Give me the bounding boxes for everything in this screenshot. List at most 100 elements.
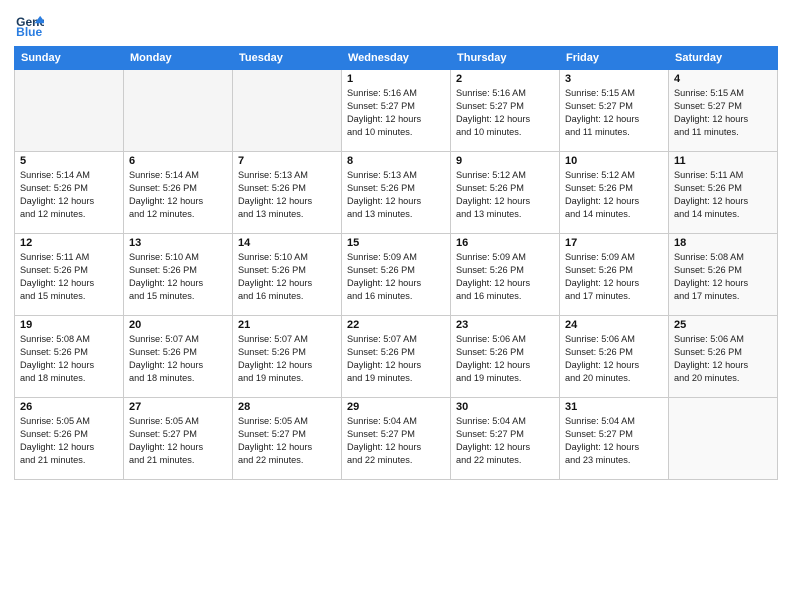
day-number: 10 bbox=[565, 155, 663, 167]
day-info: Sunrise: 5:09 AM Sunset: 5:26 PM Dayligh… bbox=[347, 251, 445, 303]
day-number: 30 bbox=[456, 401, 554, 413]
day-info: Sunrise: 5:07 AM Sunset: 5:26 PM Dayligh… bbox=[347, 333, 445, 385]
calendar-cell: 5 Sunrise: 5:14 AM Sunset: 5:26 PM Daylig… bbox=[15, 152, 124, 234]
day-number: 4 bbox=[674, 73, 772, 85]
day-number: 25 bbox=[674, 319, 772, 331]
calendar-cell: 18 Sunrise: 5:08 AM Sunset: 5:26 PM Dayli… bbox=[669, 234, 778, 316]
day-info: Sunrise: 5:06 AM Sunset: 5:26 PM Dayligh… bbox=[456, 333, 554, 385]
day-info: Sunrise: 5:16 AM Sunset: 5:27 PM Dayligh… bbox=[456, 87, 554, 139]
weekday-header-monday: Monday bbox=[124, 47, 233, 70]
calendar-cell: 31 Sunrise: 5:04 AM Sunset: 5:27 PM Dayli… bbox=[560, 398, 669, 480]
day-number: 15 bbox=[347, 237, 445, 249]
calendar-cell: 29 Sunrise: 5:04 AM Sunset: 5:27 PM Dayli… bbox=[342, 398, 451, 480]
day-number: 22 bbox=[347, 319, 445, 331]
day-number: 13 bbox=[129, 237, 227, 249]
calendar-cell: 1Sunrise: 5:16 AM Sunset: 5:27 PM Daylig… bbox=[342, 70, 451, 152]
calendar-cell: 23 Sunrise: 5:06 AM Sunset: 5:26 PM Dayli… bbox=[451, 316, 560, 398]
calendar-cell: 24 Sunrise: 5:06 AM Sunset: 5:26 PM Dayli… bbox=[560, 316, 669, 398]
day-info: Sunrise: 5:04 AM Sunset: 5:27 PM Dayligh… bbox=[347, 415, 445, 467]
day-info: Sunrise: 5:10 AM Sunset: 5:26 PM Dayligh… bbox=[238, 251, 336, 303]
day-number: 29 bbox=[347, 401, 445, 413]
day-info: Sunrise: 5:16 AM Sunset: 5:27 PM Dayligh… bbox=[347, 87, 445, 139]
day-info: Sunrise: 5:14 AM Sunset: 5:26 PM Dayligh… bbox=[129, 169, 227, 221]
day-info: Sunrise: 5:09 AM Sunset: 5:26 PM Dayligh… bbox=[456, 251, 554, 303]
calendar-cell: 10 Sunrise: 5:12 AM Sunset: 5:26 PM Dayli… bbox=[560, 152, 669, 234]
day-number: 8 bbox=[347, 155, 445, 167]
day-info: Sunrise: 5:10 AM Sunset: 5:26 PM Dayligh… bbox=[129, 251, 227, 303]
day-number: 31 bbox=[565, 401, 663, 413]
week-row-2: 12 Sunrise: 5:11 AM Sunset: 5:26 PM Dayli… bbox=[15, 234, 778, 316]
calendar-cell bbox=[124, 70, 233, 152]
day-number: 3 bbox=[565, 73, 663, 85]
day-info: Sunrise: 5:12 AM Sunset: 5:26 PM Dayligh… bbox=[565, 169, 663, 221]
calendar-cell: 3 Sunrise: 5:15 AM Sunset: 5:27 PM Daylig… bbox=[560, 70, 669, 152]
day-number: 16 bbox=[456, 237, 554, 249]
calendar-cell: 11 Sunrise: 5:11 AM Sunset: 5:26 PM Dayli… bbox=[669, 152, 778, 234]
weekday-header-sunday: Sunday bbox=[15, 47, 124, 70]
day-number: 7 bbox=[238, 155, 336, 167]
day-number: 23 bbox=[456, 319, 554, 331]
day-info: Sunrise: 5:09 AM Sunset: 5:26 PM Dayligh… bbox=[565, 251, 663, 303]
day-number: 14 bbox=[238, 237, 336, 249]
calendar-cell: 20Sunrise: 5:07 AM Sunset: 5:26 PM Dayli… bbox=[124, 316, 233, 398]
weekday-header-thursday: Thursday bbox=[451, 47, 560, 70]
day-number: 21 bbox=[238, 319, 336, 331]
day-info: Sunrise: 5:15 AM Sunset: 5:27 PM Dayligh… bbox=[565, 87, 663, 139]
day-info: Sunrise: 5:13 AM Sunset: 5:26 PM Dayligh… bbox=[347, 169, 445, 221]
logo: General Blue bbox=[14, 14, 48, 38]
day-number: 6 bbox=[129, 155, 227, 167]
calendar-cell bbox=[233, 70, 342, 152]
day-number: 12 bbox=[20, 237, 118, 249]
day-number: 27 bbox=[129, 401, 227, 413]
weekday-header-row: SundayMondayTuesdayWednesdayThursdayFrid… bbox=[15, 47, 778, 70]
day-number: 20 bbox=[129, 319, 227, 331]
day-number: 9 bbox=[456, 155, 554, 167]
day-info: Sunrise: 5:06 AM Sunset: 5:26 PM Dayligh… bbox=[565, 333, 663, 385]
calendar-cell: 25 Sunrise: 5:06 AM Sunset: 5:26 PM Dayli… bbox=[669, 316, 778, 398]
day-info: Sunrise: 5:14 AM Sunset: 5:26 PM Dayligh… bbox=[20, 169, 118, 221]
day-info: Sunrise: 5:04 AM Sunset: 5:27 PM Dayligh… bbox=[456, 415, 554, 467]
calendar-cell: 6 Sunrise: 5:14 AM Sunset: 5:26 PM Daylig… bbox=[124, 152, 233, 234]
day-info: Sunrise: 5:07 AM Sunset: 5:26 PM Dayligh… bbox=[238, 333, 336, 385]
calendar-cell: 22 Sunrise: 5:07 AM Sunset: 5:26 PM Dayli… bbox=[342, 316, 451, 398]
calendar-cell: 8 Sunrise: 5:13 AM Sunset: 5:26 PM Daylig… bbox=[342, 152, 451, 234]
page: General Blue SundayMondayTuesdayWednesda… bbox=[0, 0, 792, 612]
calendar-cell: 9 Sunrise: 5:12 AM Sunset: 5:26 PM Daylig… bbox=[451, 152, 560, 234]
calendar-cell: 15 Sunrise: 5:09 AM Sunset: 5:26 PM Dayli… bbox=[342, 234, 451, 316]
calendar-cell: 12 Sunrise: 5:11 AM Sunset: 5:26 PM Dayli… bbox=[15, 234, 124, 316]
calendar: SundayMondayTuesdayWednesdayThursdayFrid… bbox=[14, 46, 778, 480]
day-number: 18 bbox=[674, 237, 772, 249]
weekday-header-tuesday: Tuesday bbox=[233, 47, 342, 70]
day-info: Sunrise: 5:12 AM Sunset: 5:26 PM Dayligh… bbox=[456, 169, 554, 221]
calendar-cell: 30 Sunrise: 5:04 AM Sunset: 5:27 PM Dayli… bbox=[451, 398, 560, 480]
calendar-cell: 19Sunrise: 5:08 AM Sunset: 5:26 PM Dayli… bbox=[15, 316, 124, 398]
calendar-cell: 28Sunrise: 5:05 AM Sunset: 5:27 PM Dayli… bbox=[233, 398, 342, 480]
day-info: Sunrise: 5:13 AM Sunset: 5:26 PM Dayligh… bbox=[238, 169, 336, 221]
day-info: Sunrise: 5:15 AM Sunset: 5:27 PM Dayligh… bbox=[674, 87, 772, 139]
day-number: 5 bbox=[20, 155, 118, 167]
svg-text:Blue: Blue bbox=[16, 25, 42, 38]
weekday-header-friday: Friday bbox=[560, 47, 669, 70]
day-info: Sunrise: 5:11 AM Sunset: 5:26 PM Dayligh… bbox=[674, 169, 772, 221]
day-info: Sunrise: 5:11 AM Sunset: 5:26 PM Dayligh… bbox=[20, 251, 118, 303]
week-row-1: 5 Sunrise: 5:14 AM Sunset: 5:26 PM Daylig… bbox=[15, 152, 778, 234]
calendar-cell bbox=[15, 70, 124, 152]
logo-icon: General Blue bbox=[16, 14, 44, 38]
calendar-cell: 13 Sunrise: 5:10 AM Sunset: 5:26 PM Dayli… bbox=[124, 234, 233, 316]
week-row-0: 1Sunrise: 5:16 AM Sunset: 5:27 PM Daylig… bbox=[15, 70, 778, 152]
calendar-cell: 26Sunrise: 5:05 AM Sunset: 5:26 PM Dayli… bbox=[15, 398, 124, 480]
calendar-cell: 17 Sunrise: 5:09 AM Sunset: 5:26 PM Dayli… bbox=[560, 234, 669, 316]
day-number: 11 bbox=[674, 155, 772, 167]
day-info: Sunrise: 5:04 AM Sunset: 5:27 PM Dayligh… bbox=[565, 415, 663, 467]
day-number: 28 bbox=[238, 401, 336, 413]
calendar-cell: 27Sunrise: 5:05 AM Sunset: 5:27 PM Dayli… bbox=[124, 398, 233, 480]
weekday-header-saturday: Saturday bbox=[669, 47, 778, 70]
header: General Blue bbox=[14, 10, 778, 38]
calendar-cell: 7 Sunrise: 5:13 AM Sunset: 5:26 PM Daylig… bbox=[233, 152, 342, 234]
day-number: 17 bbox=[565, 237, 663, 249]
day-info: Sunrise: 5:08 AM Sunset: 5:26 PM Dayligh… bbox=[674, 251, 772, 303]
day-number: 2 bbox=[456, 73, 554, 85]
weekday-header-wednesday: Wednesday bbox=[342, 47, 451, 70]
day-info: Sunrise: 5:06 AM Sunset: 5:26 PM Dayligh… bbox=[674, 333, 772, 385]
day-number: 24 bbox=[565, 319, 663, 331]
